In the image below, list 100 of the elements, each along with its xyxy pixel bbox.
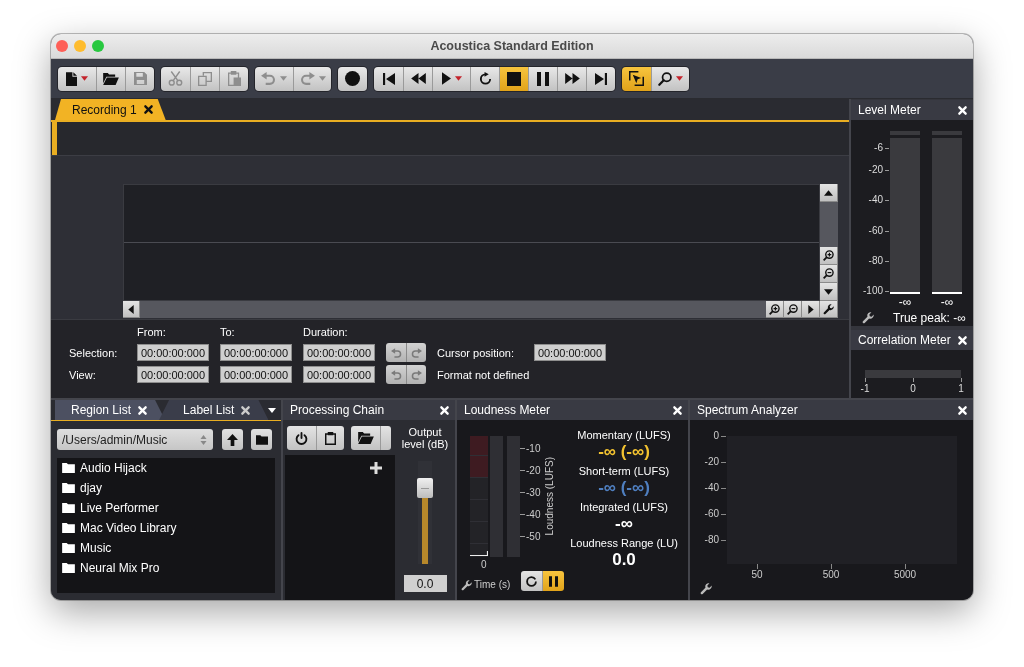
- close-icon[interactable]: [143, 105, 153, 114]
- zoom-out-button[interactable]: [784, 301, 802, 318]
- axis-label: 5000: [893, 569, 917, 581]
- time-field[interactable]: 00:00:00:000: [220, 366, 292, 383]
- scale-label: -40: [868, 194, 883, 207]
- zoom-in-button[interactable]: [820, 247, 838, 265]
- folder-item[interactable]: Neural Mix Pro: [57, 558, 275, 578]
- time-field[interactable]: 00:00:00:000: [137, 344, 209, 361]
- loop-button[interactable]: [470, 66, 499, 91]
- output-level-slider[interactable]: [418, 461, 432, 564]
- record-button[interactable]: [338, 66, 367, 91]
- open-preset-button[interactable]: [351, 426, 391, 450]
- wrench-icon[interactable]: [461, 580, 472, 591]
- folder-item[interactable]: djay: [57, 478, 275, 498]
- wrench-icon[interactable]: [700, 583, 712, 595]
- arrow-down-icon: [824, 288, 833, 295]
- reading-value: -∞: [615, 514, 633, 534]
- panel-title: Processing Chain: [290, 403, 385, 417]
- scroll-right-button[interactable]: [802, 301, 820, 318]
- format-status-text: Format not defined: [437, 368, 531, 381]
- folder-item[interactable]: Live Performer: [57, 498, 275, 518]
- path-dropdown[interactable]: /Users/admin/Music: [57, 429, 213, 450]
- zoom-in-icon: [823, 250, 834, 261]
- skip-back-button[interactable]: [374, 66, 403, 91]
- slider-thumb[interactable]: [417, 478, 433, 499]
- clipboard-button[interactable]: [316, 426, 344, 450]
- output-level-field[interactable]: 0.0: [403, 575, 447, 592]
- axis-title: Loudness (LUFS): [543, 457, 555, 536]
- reset-button[interactable]: [521, 571, 542, 591]
- folder-item[interactable]: Mac Video Library: [57, 518, 275, 538]
- panel-title: Spectrum Analyzer: [697, 403, 798, 417]
- true-peak-text: True peak: -∞: [893, 311, 966, 325]
- scale-label: -10: [526, 442, 541, 454]
- open-button[interactable]: [96, 66, 125, 91]
- rewind-button[interactable]: [403, 66, 432, 91]
- panel-title: Loudness Meter: [464, 403, 551, 417]
- clipboard-icon: [325, 431, 336, 445]
- cursor-position-label: Cursor position:: [437, 346, 516, 359]
- document-tab[interactable]: Recording 1: [55, 99, 166, 120]
- axis-label: 0: [481, 559, 487, 570]
- meter-reading: -∞: [897, 295, 913, 309]
- fast-forward-button[interactable]: [557, 66, 586, 91]
- folder-item[interactable]: Audio Hijack: [57, 458, 275, 478]
- column-label: From:: [137, 326, 167, 338]
- scroll-up-button[interactable]: [820, 184, 838, 202]
- pause-button[interactable]: [528, 66, 557, 91]
- folder-icon: [62, 563, 75, 573]
- reading-label: Short-term (LUFS): [578, 465, 670, 478]
- column-label: Duration:: [303, 326, 349, 338]
- chevron-updown-icon: [200, 433, 207, 446]
- undo-arrow-icon: [261, 72, 276, 85]
- folder-item[interactable]: Music: [57, 538, 275, 558]
- wrench-icon[interactable]: [862, 312, 874, 324]
- fast-forward-icon: [564, 73, 580, 84]
- folder-button[interactable]: [251, 429, 272, 450]
- scroll-left-button[interactable]: [123, 301, 140, 318]
- select-tool-button[interactable]: [622, 66, 651, 91]
- ring-icon: [526, 575, 537, 587]
- axis-label: 50: [751, 569, 763, 581]
- playhead-marker[interactable]: [52, 122, 57, 155]
- panel-title: Correlation Meter: [858, 333, 951, 347]
- scale-label: -80: [868, 254, 883, 267]
- caret-icon[interactable]: [268, 407, 277, 413]
- folder-open-icon: [358, 432, 374, 444]
- panel-tab[interactable]: Label List: [159, 400, 269, 420]
- folder-icon: [62, 543, 75, 553]
- zoom-out-button[interactable]: [820, 265, 838, 283]
- time-field[interactable]: 00:00:00:000: [137, 366, 209, 383]
- folder-icon: [62, 523, 75, 533]
- zoom-button[interactable]: [651, 66, 689, 91]
- magnifier-icon: [658, 71, 672, 86]
- time-field[interactable]: 00:00:00:000: [220, 344, 292, 361]
- new-button[interactable]: [58, 66, 96, 91]
- scale-label: -60: [868, 224, 883, 237]
- time-field[interactable]: 00:00:00:000: [303, 344, 375, 361]
- scale-label: -30: [526, 486, 541, 498]
- redo-arrow-icon: [411, 369, 422, 380]
- pause-button[interactable]: [542, 571, 564, 591]
- time-field[interactable]: 00:00:00:000: [303, 366, 375, 383]
- play-button[interactable]: [432, 66, 470, 91]
- scroll-down-button[interactable]: [820, 283, 838, 301]
- arrow-up-icon: [824, 189, 833, 196]
- axis-title: Time (s): [474, 579, 511, 591]
- skip-forward-button[interactable]: [586, 66, 615, 91]
- play-icon: [441, 72, 451, 85]
- parent-folder-button[interactable]: [222, 429, 243, 450]
- settings-button[interactable]: [820, 301, 838, 318]
- time-field[interactable]: 00:00:00:000: [534, 344, 606, 361]
- stop-button[interactable]: [499, 66, 528, 91]
- plus-icon[interactable]: [370, 462, 382, 474]
- zoom-in-button[interactable]: [766, 301, 784, 318]
- row-label: Selection:: [69, 346, 119, 359]
- redo-arrow-icon: [299, 72, 315, 85]
- zoom-out-icon: [823, 268, 834, 279]
- folder-icon: [255, 434, 268, 445]
- power-button[interactable]: [287, 426, 316, 450]
- reading-label: Momentary (LUFS): [577, 429, 671, 442]
- arrow-right-icon: [807, 304, 814, 314]
- axis-label: -20: [704, 456, 719, 468]
- reading-value: 0.0: [612, 550, 636, 570]
